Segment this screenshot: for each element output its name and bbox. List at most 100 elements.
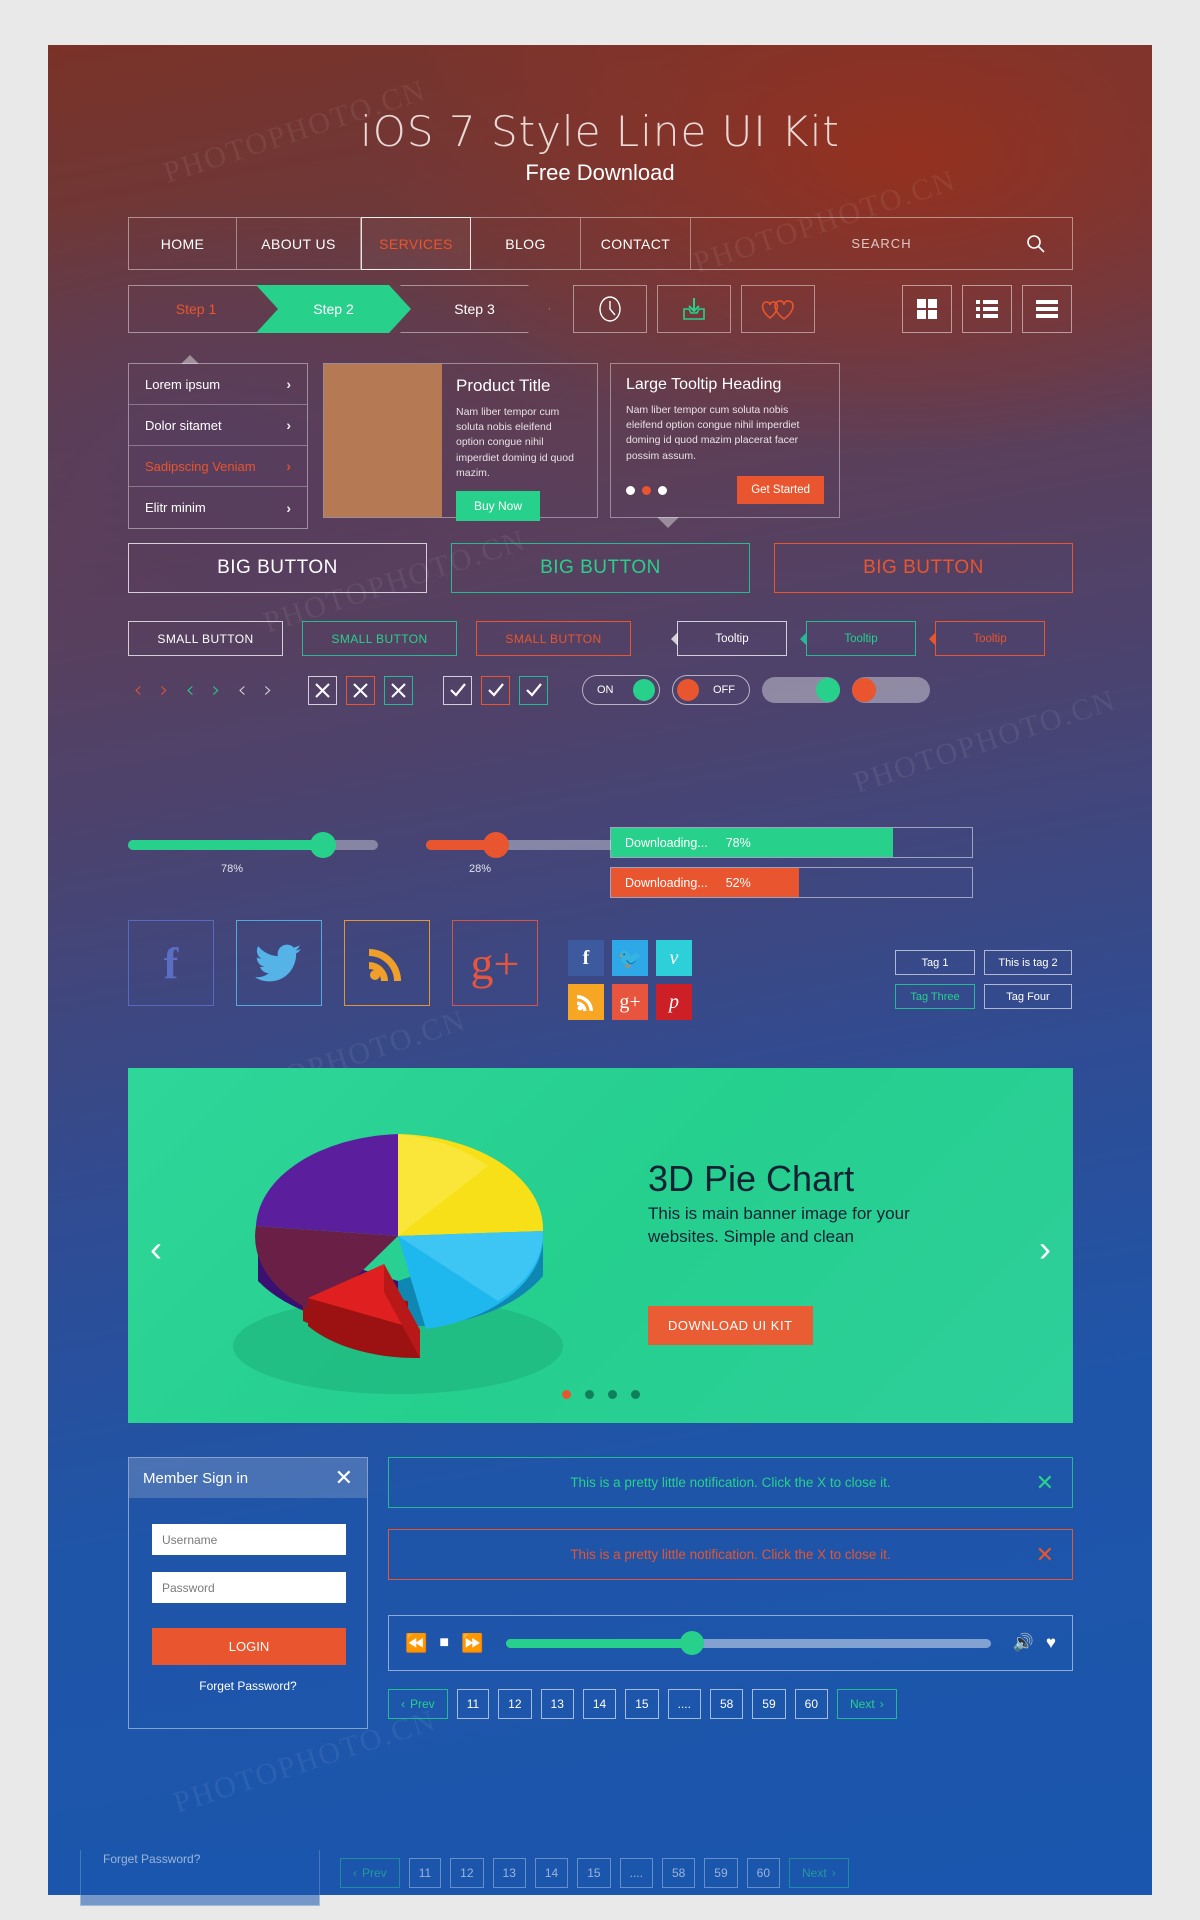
menu-bars-button[interactable]	[1022, 285, 1072, 333]
facebook-outline-button[interactable]: f	[128, 920, 214, 1006]
list-item-active[interactable]: Sadipscing Veniam ›	[129, 446, 307, 487]
checkbox-check-green[interactable]	[519, 675, 548, 705]
pagination-page[interactable]: 14	[534, 1858, 569, 1888]
tag-item-green[interactable]: Tag Three	[895, 984, 975, 1009]
nav-item-contact[interactable]: CONTACT	[581, 218, 691, 269]
rss-tile[interactable]	[568, 984, 604, 1020]
pagination-page[interactable]: 12	[450, 1858, 484, 1888]
chevron-left-icon[interactable]: ‹	[232, 678, 252, 703]
switch-knob[interactable]	[816, 678, 840, 702]
nav-item-about-us[interactable]: ABOUT US	[237, 218, 361, 269]
pagination-page[interactable]: 13	[492, 1858, 526, 1888]
close-icon[interactable]: ✕	[335, 1465, 353, 1491]
login-button[interactable]: LOGIN	[152, 1628, 346, 1665]
toggle-off[interactable]: OFF	[672, 675, 750, 705]
close-icon[interactable]: ✕	[1036, 1470, 1054, 1496]
step-3[interactable]: Step 3	[400, 285, 550, 333]
pagination-page[interactable]: 59	[704, 1858, 738, 1888]
chevron-right-icon[interactable]: ›	[206, 678, 226, 703]
clock-icon-button[interactable]	[573, 285, 647, 333]
pagination-page[interactable]: 58	[661, 1858, 696, 1888]
pagination-page[interactable]: 15	[577, 1858, 611, 1888]
dot[interactable]	[584, 1390, 594, 1399]
hearts-icon-button[interactable]	[741, 285, 815, 333]
big-button-white[interactable]: BIG BUTTON	[128, 543, 427, 593]
banner-next-arrow[interactable]: ›	[1039, 1228, 1051, 1270]
googleplus-tile[interactable]: g+	[612, 984, 648, 1020]
switch-knob[interactable]	[852, 678, 876, 702]
list-view-button[interactable]	[962, 285, 1012, 333]
list-item[interactable]: Dolor sitamet ›	[129, 405, 307, 446]
list-item[interactable]: Lorem ipsum ›	[129, 364, 307, 405]
checkbox-x-green[interactable]	[384, 675, 413, 705]
twitter-outline-button[interactable]	[236, 920, 322, 1006]
step-1[interactable]: Step 1	[128, 285, 263, 333]
dot-active[interactable]	[642, 485, 651, 495]
volume-icon[interactable]: 🔊	[1013, 1633, 1034, 1653]
switch-orange[interactable]	[852, 677, 930, 703]
checkbox-x-white[interactable]	[308, 675, 337, 705]
buy-now-button[interactable]: Buy Now	[456, 491, 541, 522]
banner-prev-arrow[interactable]: ‹	[150, 1228, 162, 1270]
small-button-white[interactable]: SMALL BUTTON	[128, 621, 283, 656]
pagination-page[interactable]: 11	[408, 1858, 442, 1888]
tooltip-pill-white[interactable]: Tooltip	[671, 621, 787, 656]
download-ui-kit-button[interactable]: DOWNLOAD UI KIT	[648, 1306, 813, 1345]
facebook-tile[interactable]: f	[568, 940, 604, 976]
googleplus-outline-button[interactable]: g+	[452, 920, 538, 1006]
dot[interactable]	[658, 485, 667, 495]
step-2[interactable]: Step 2	[256, 285, 411, 333]
close-icon[interactable]: ✕	[1036, 1542, 1054, 1568]
search-icon[interactable]	[1026, 234, 1046, 257]
pagination-prev[interactable]: ‹ Prev	[388, 1689, 448, 1719]
nav-item-home[interactable]: HOME	[129, 218, 237, 269]
pagination-page[interactable]: 59	[752, 1689, 786, 1719]
pagination-page[interactable]: 60	[746, 1858, 781, 1888]
pagination-page[interactable]: 12	[498, 1689, 532, 1719]
tooltip-pill-orange[interactable]: Tooltip	[929, 621, 1045, 656]
switch-green[interactable]	[762, 677, 840, 703]
slider-green[interactable]	[128, 832, 378, 858]
search-field[interactable]: SEARCH	[691, 218, 1072, 269]
stop-icon[interactable]: ■	[439, 1634, 449, 1652]
dot-active[interactable]	[561, 1390, 571, 1399]
slider-handle[interactable]	[483, 832, 509, 858]
pagination-page[interactable]: 60	[794, 1689, 829, 1719]
username-input[interactable]: Username	[152, 1524, 346, 1555]
checkbox-check-white[interactable]	[443, 675, 472, 705]
chevron-left-icon[interactable]: ‹	[180, 678, 200, 703]
forgot-password-link[interactable]: Forget Password?	[103, 1852, 200, 1866]
toggle-knob[interactable]	[633, 679, 655, 701]
pagination-page[interactable]: 15	[625, 1689, 659, 1719]
big-button-orange[interactable]: BIG BUTTON	[774, 543, 1073, 593]
big-button-green[interactable]: BIG BUTTON	[451, 543, 750, 593]
pagination-page[interactable]: 58	[709, 1689, 744, 1719]
vimeo-tile[interactable]: v	[656, 940, 692, 976]
dot[interactable]	[607, 1390, 617, 1399]
dot[interactable]	[630, 1390, 640, 1399]
player-progress-bar[interactable]	[505, 1630, 991, 1655]
list-item[interactable]: Elitr minim ›	[129, 487, 307, 528]
chevron-right-icon[interactable]: ›	[258, 678, 278, 703]
slider-handle[interactable]	[310, 832, 336, 858]
player-progress-handle[interactable]	[680, 1630, 705, 1655]
tag-item[interactable]: Tag Four	[984, 984, 1072, 1009]
password-input[interactable]: Password	[152, 1572, 346, 1603]
grid-view-button[interactable]	[902, 285, 952, 333]
twitter-tile[interactable]: 🐦	[612, 940, 648, 976]
chevron-right-icon[interactable]: ›	[154, 678, 174, 703]
dot[interactable]	[626, 485, 635, 495]
pagination-next[interactable]: Next ›	[837, 1689, 897, 1719]
heart-icon[interactable]: ♥	[1046, 1633, 1056, 1653]
forgot-password-link[interactable]: Forget Password?	[129, 1679, 367, 1693]
small-button-orange[interactable]: SMALL BUTTON	[476, 621, 631, 656]
pagination-next[interactable]: Next ›	[789, 1858, 849, 1888]
nav-item-blog[interactable]: BLOG	[471, 218, 581, 269]
pagination-prev[interactable]: ‹ Prev	[340, 1858, 400, 1888]
toggle-on[interactable]: ON	[582, 675, 660, 705]
rewind-icon[interactable]: ⏪	[405, 1633, 427, 1654]
nav-item-services[interactable]: SERVICES	[361, 217, 471, 270]
small-button-green[interactable]: SMALL BUTTON	[302, 621, 457, 656]
tag-item[interactable]: Tag 1	[895, 950, 975, 975]
checkbox-check-orange[interactable]	[481, 675, 510, 705]
